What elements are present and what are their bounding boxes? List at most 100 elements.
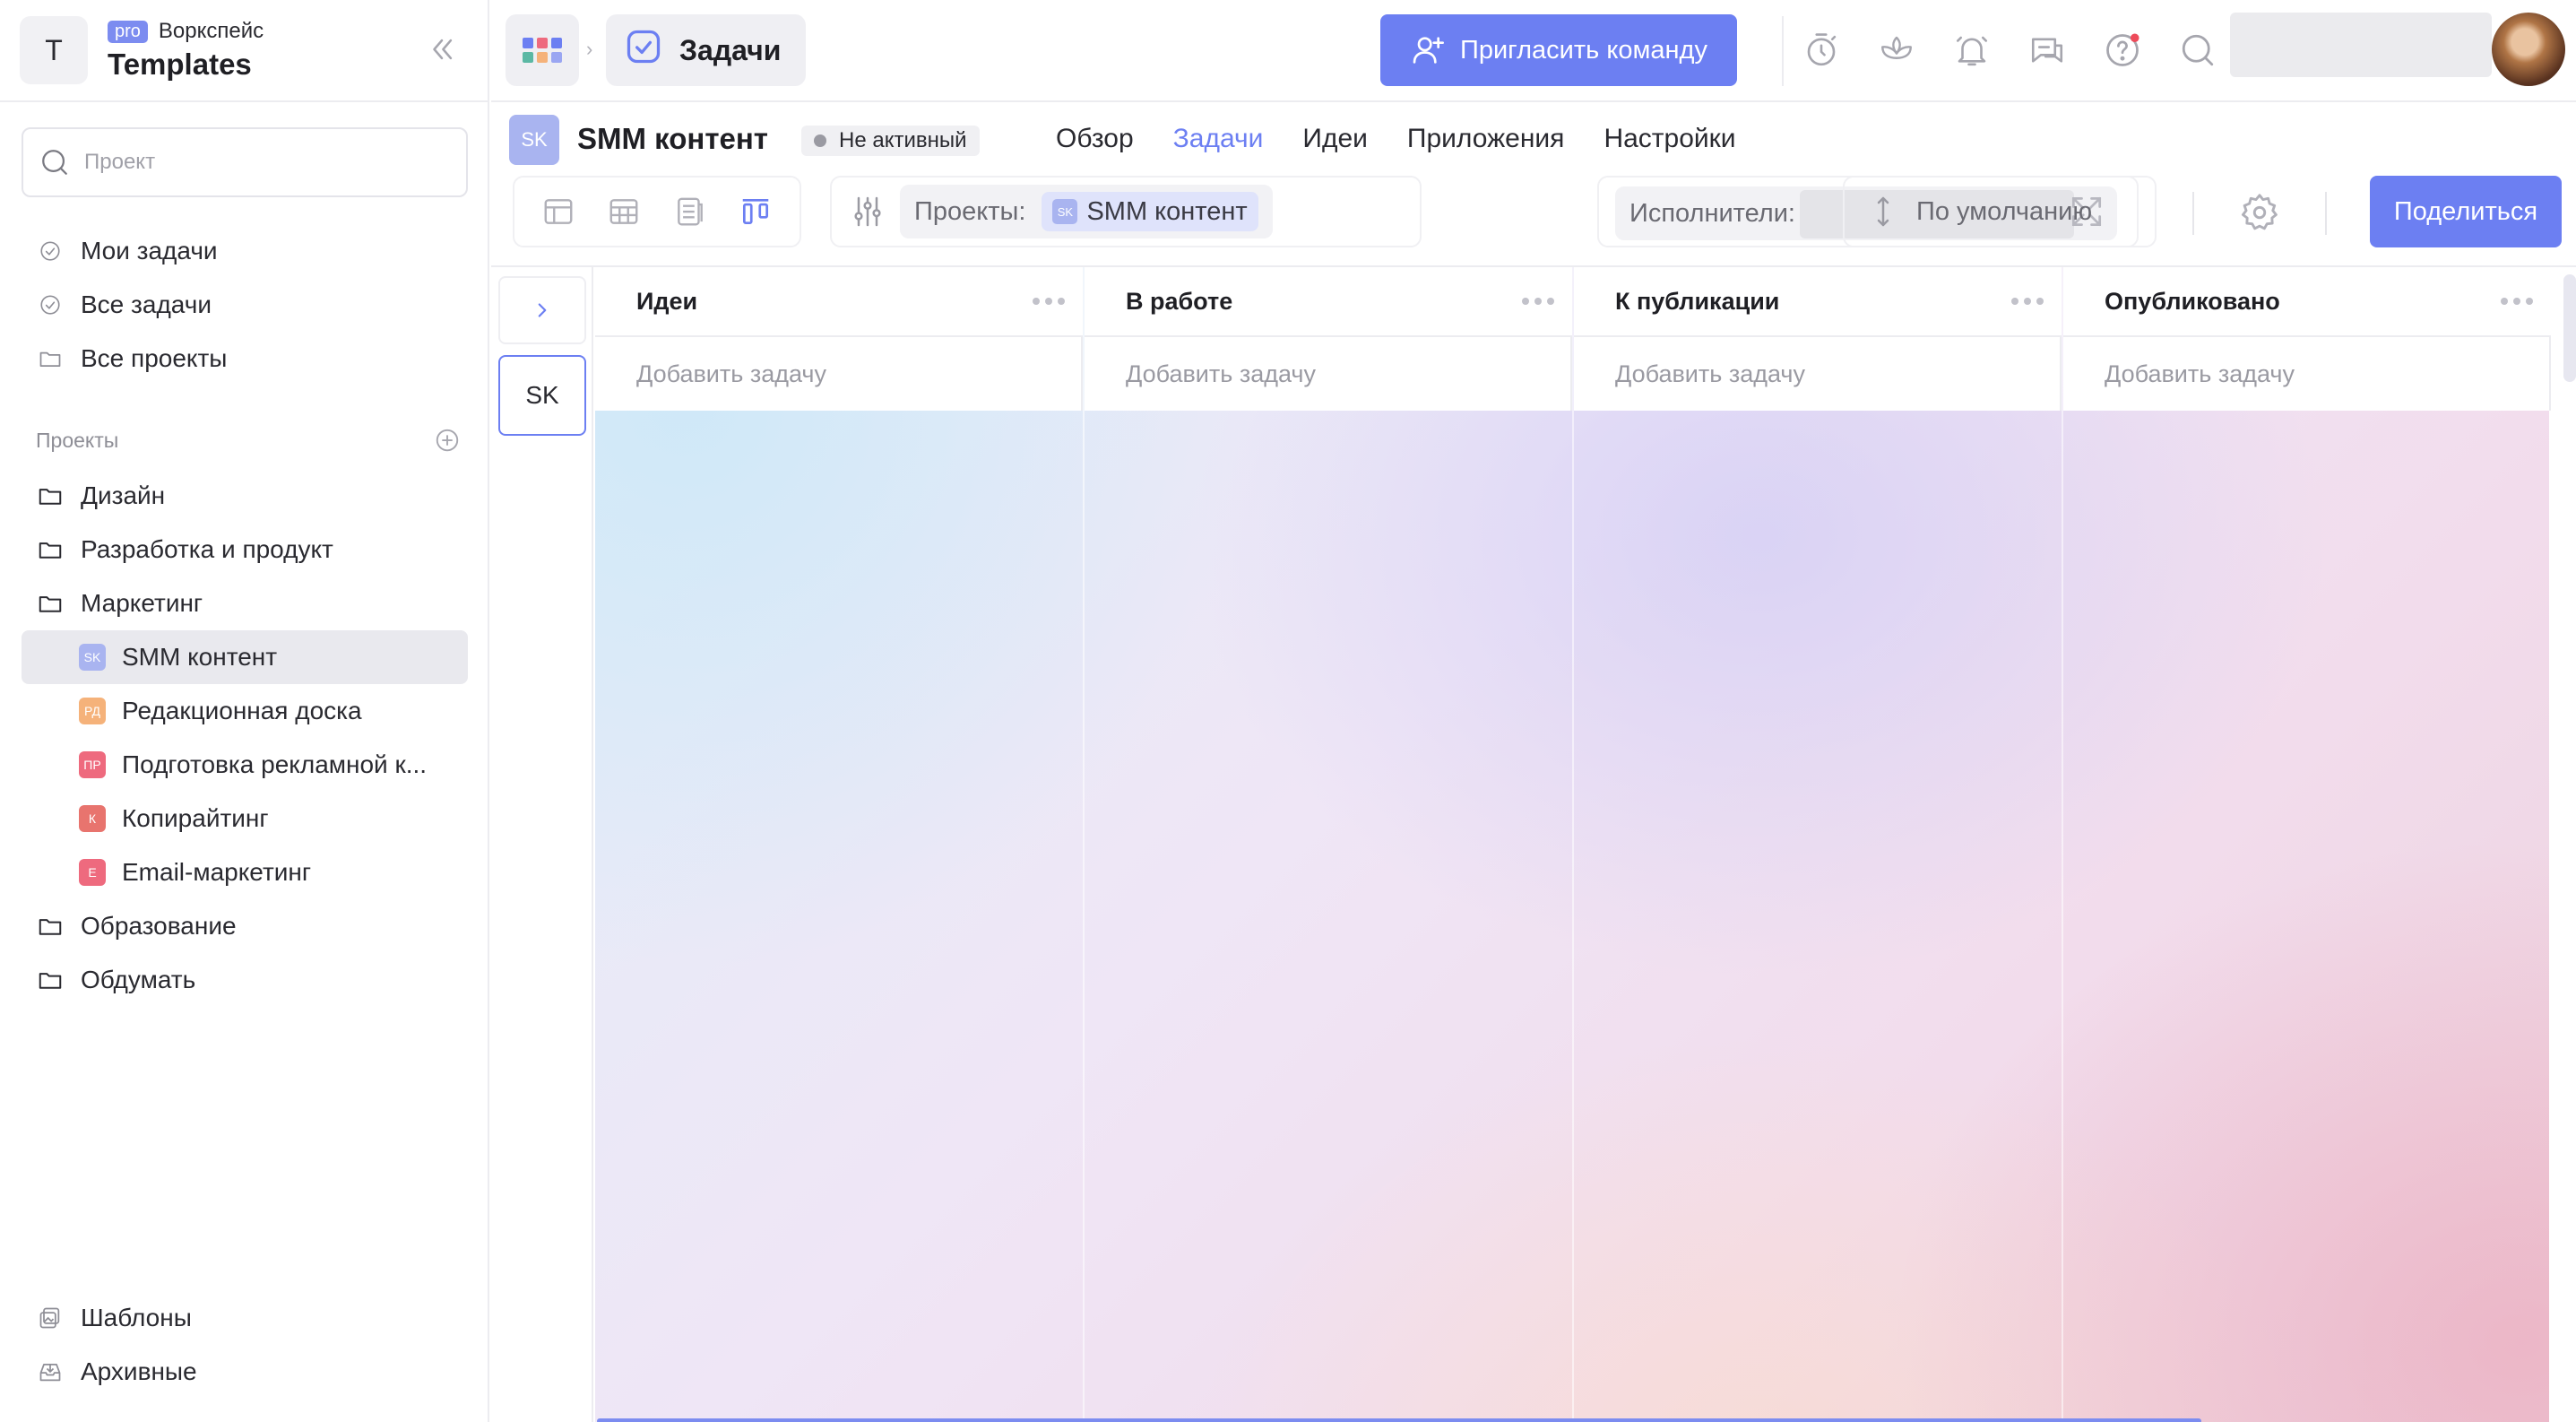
tab-overview[interactable]: Обзор [1056, 124, 1134, 154]
project-folder-education[interactable]: Образование [22, 899, 468, 953]
projects-filter[interactable]: Проекты: SK SMM контент [830, 176, 1422, 247]
collapse-sidebar-icon[interactable] [427, 34, 457, 65]
view-table-icon[interactable] [601, 189, 646, 234]
sidebar: T pro Воркспейс Templates Мои задачи Все… [0, 0, 489, 1422]
project-badge: SK [79, 644, 106, 671]
add-project-icon[interactable] [434, 427, 461, 454]
project-tile-sk[interactable]: SK [498, 355, 586, 436]
topbar: › Задачи Пригласить команду [491, 0, 2576, 102]
column-menu-icon[interactable] [2011, 298, 2044, 305]
project-label: Разработка и продукт [81, 535, 333, 563]
project-tabs: Обзор Задачи Идеи Приложения Настройки [1056, 124, 1776, 154]
chat-icon[interactable] [2027, 30, 2067, 70]
view-list-icon[interactable] [668, 189, 713, 234]
kanban-column: В работе Добавить задачу [1085, 267, 1574, 1422]
project-label: Дизайн [81, 481, 166, 509]
project-email-marketing[interactable]: E Email-маркетинг [22, 845, 468, 899]
workspace-header[interactable]: T pro Воркспейс Templates [0, 0, 488, 102]
horizontal-scrollbar[interactable] [597, 1418, 2201, 1422]
invite-team-button[interactable]: Пригласить команду [1380, 14, 1737, 86]
project-search-input[interactable] [84, 150, 443, 175]
lotus-icon[interactable] [1877, 30, 1916, 70]
expand-projects-button[interactable] [498, 276, 586, 344]
check-circle-icon [36, 237, 65, 265]
project-ad-campaign[interactable]: ПР Подготовка рекламной к... [22, 738, 468, 792]
divider [2325, 192, 2327, 235]
add-task-button[interactable]: Добавить задачу [1085, 337, 1572, 411]
nav-label: Мои задачи [81, 237, 218, 264]
templates-icon [36, 1304, 65, 1332]
project-status-badge[interactable]: Не активный [801, 126, 980, 156]
projects-list: Дизайн Разработка и продукт Маркетинг SK… [22, 469, 468, 1007]
project-copywriting[interactable]: К Копирайтинг [22, 792, 468, 845]
column-header[interactable]: К публикации [1574, 267, 2062, 337]
share-button[interactable]: Поделиться [2370, 176, 2562, 247]
help-icon[interactable] [2103, 30, 2142, 70]
workspace-avatar[interactable]: T [20, 16, 88, 84]
nav-all-tasks[interactable]: Все задачи [22, 278, 468, 332]
archive-icon [36, 1357, 65, 1386]
project-smm-content[interactable]: SK SMM контент [22, 630, 468, 684]
project-editorial-board[interactable]: РД Редакционная доска [22, 684, 468, 738]
tasks-check-icon [624, 27, 663, 74]
project-label: Маркетинг [81, 589, 203, 617]
project-folder-dev[interactable]: Разработка и продукт [22, 523, 468, 577]
status-dot [814, 134, 826, 147]
nav-all-projects[interactable]: Все проекты [22, 332, 468, 386]
tab-settings[interactable]: Настройки [1604, 124, 1735, 154]
tab-ideas[interactable]: Идеи [1302, 124, 1368, 154]
apps-menu-button[interactable] [506, 14, 579, 86]
global-search-input[interactable] [2230, 13, 2492, 77]
projects-filter-chip[interactable]: Проекты: SK SMM контент [900, 185, 1273, 238]
folder-icon [36, 481, 65, 510]
user-avatar[interactable] [2492, 13, 2565, 86]
column-header[interactable]: Идеи [595, 267, 1083, 337]
project-folder-think[interactable]: Обдумать [22, 953, 468, 1007]
workspace-info: pro Воркспейс Templates [108, 19, 264, 82]
column-menu-icon[interactable] [1033, 298, 1065, 305]
column-title: К публикации [1615, 287, 1780, 315]
column-menu-icon[interactable] [2501, 298, 2533, 305]
vertical-scrollbar[interactable] [2563, 274, 2576, 382]
project-title[interactable]: SMM контент [577, 122, 768, 156]
add-task-button[interactable]: Добавить задачу [595, 337, 1083, 411]
kanban-column: К публикации Добавить задачу [1574, 267, 2063, 1422]
sort-label: По умолчанию [1916, 196, 2093, 226]
settings-gear-icon[interactable] [2239, 192, 2280, 238]
add-task-button[interactable]: Добавить задачу [1574, 337, 2062, 411]
add-task-button[interactable]: Добавить задачу [2063, 337, 2551, 411]
filter-sliders-icon[interactable] [850, 194, 886, 230]
project-label: Подготовка рекламной к... [122, 750, 428, 778]
nav-templates[interactable]: Шаблоны [22, 1291, 468, 1345]
nav-archive[interactable]: Архивные [22, 1345, 468, 1399]
breadcrumb-chevron-icon: › [586, 38, 593, 60]
project-label: Редакционная доска [122, 697, 362, 724]
project-folder-design[interactable]: Дизайн [22, 469, 468, 523]
project-filter-tag[interactable]: SK SMM контент [1042, 192, 1258, 231]
bell-icon[interactable] [1952, 30, 1992, 70]
section-tasks[interactable]: Задачи [606, 14, 807, 86]
workspace-name[interactable]: Templates [108, 48, 264, 82]
tab-tasks[interactable]: Задачи [1173, 124, 1264, 154]
nav-label: Шаблоны [81, 1304, 192, 1331]
board-toolbar: Проекты: SK SMM контент Исполнители: По … [491, 176, 2576, 262]
column-header[interactable]: Опубликовано [2063, 267, 2551, 337]
tab-apps[interactable]: Приложения [1407, 124, 1565, 154]
invite-label: Пригласить команду [1460, 35, 1707, 65]
project-folder-marketing[interactable]: Маркетинг [22, 577, 468, 630]
sort-arrows-icon [1871, 194, 1895, 230]
section-title: Задачи [679, 33, 782, 66]
project-filter-value: SMM контент [1086, 196, 1248, 226]
project-header: SK SMM контент Не активный Обзор Задачи … [491, 104, 2576, 176]
search-icon[interactable] [2178, 30, 2217, 70]
project-search[interactable] [22, 127, 468, 197]
view-overview-icon[interactable] [536, 189, 581, 234]
sort-selector[interactable]: По умолчанию [1843, 176, 2157, 247]
folder-icon [36, 589, 65, 618]
timer-icon[interactable] [1802, 30, 1841, 70]
column-header[interactable]: В работе [1085, 267, 1572, 337]
column-menu-icon[interactable] [1522, 298, 1554, 305]
view-kanban-icon[interactable] [733, 189, 778, 234]
nav-my-tasks[interactable]: Мои задачи [22, 224, 468, 278]
kanban-board: Идеи Добавить задачу В работе Добавить з… [595, 267, 2553, 1422]
